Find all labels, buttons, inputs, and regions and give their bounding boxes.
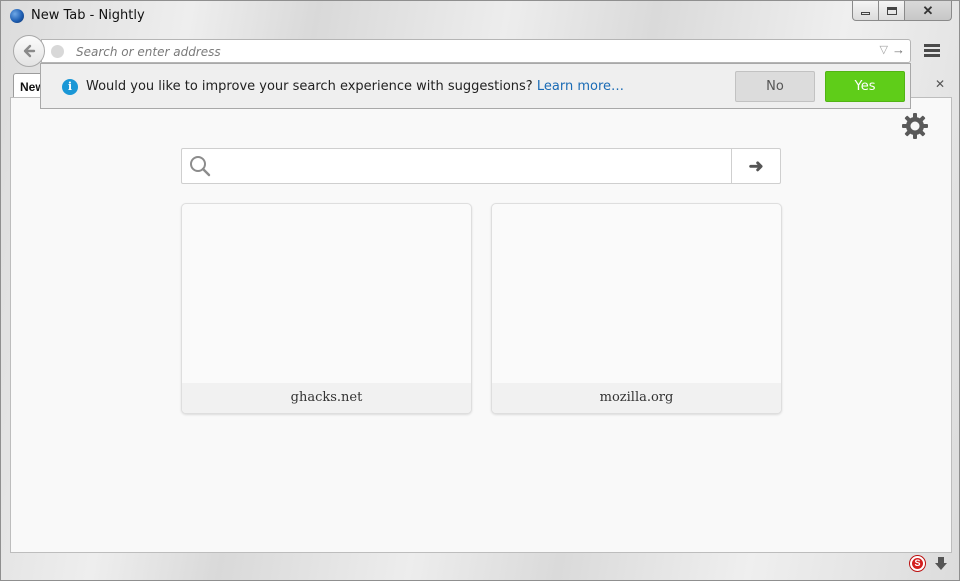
history-dropdown-icon[interactable]: ▽ (880, 43, 888, 56)
menu-line-icon (924, 49, 940, 52)
notification-message: Would you like to improve your search ex… (86, 79, 533, 94)
learn-more-link[interactable]: Learn more… (537, 79, 624, 94)
close-window-button[interactable]: ✕ (905, 1, 952, 21)
browser-window: New Tab - Nightly ✕ ▽ → New Tab ✕ (0, 0, 960, 581)
download-icon[interactable] (934, 556, 948, 572)
url-input[interactable] (76, 43, 856, 60)
yes-button[interactable]: Yes (825, 71, 905, 102)
title-bar: New Tab - Nightly ✕ (1, 1, 959, 31)
tab-new-tab[interactable]: New Tab (13, 73, 43, 97)
info-icon: i (62, 79, 78, 95)
hamburger-menu-button[interactable] (924, 44, 940, 59)
newtab-search-box: ➜ (181, 148, 781, 184)
url-bar[interactable]: ▽ → (41, 39, 911, 63)
no-button[interactable]: No (735, 71, 815, 102)
notification-text: Would you like to improve your search ex… (86, 79, 624, 94)
arrow-right-icon: ➜ (748, 155, 764, 176)
window-title: New Tab - Nightly (31, 8, 145, 23)
back-arrow-icon (23, 44, 36, 58)
globe-icon (51, 45, 64, 58)
tile-label: ghacks.net (182, 383, 471, 413)
top-site-tile[interactable]: mozilla.org (491, 203, 782, 414)
adblock-icon[interactable]: S (910, 556, 925, 571)
close-icon: ✕ (922, 2, 934, 18)
minimize-icon (861, 12, 870, 15)
close-tab-icon[interactable]: ✕ (935, 77, 945, 91)
newtab-search-input[interactable] (218, 155, 728, 177)
tile-label: mozilla.org (492, 383, 781, 413)
maximize-button[interactable] (879, 1, 905, 21)
search-icon (190, 156, 211, 177)
menu-line-icon (924, 44, 940, 47)
nightly-logo-icon (10, 9, 24, 23)
search-submit-button[interactable]: ➜ (731, 149, 780, 183)
menu-line-icon (924, 54, 940, 57)
minimize-button[interactable] (852, 1, 879, 21)
maximize-icon (886, 6, 897, 15)
window-controls: ✕ (852, 1, 952, 21)
top-site-tile[interactable]: ghacks.net (181, 203, 472, 414)
search-suggestions-notification: i Would you like to improve your search … (40, 63, 911, 109)
gear-icon[interactable] (901, 112, 929, 140)
new-tab-page: ➜ ghacks.net mozilla.org (10, 97, 952, 553)
go-arrow-icon[interactable]: → (892, 42, 905, 57)
